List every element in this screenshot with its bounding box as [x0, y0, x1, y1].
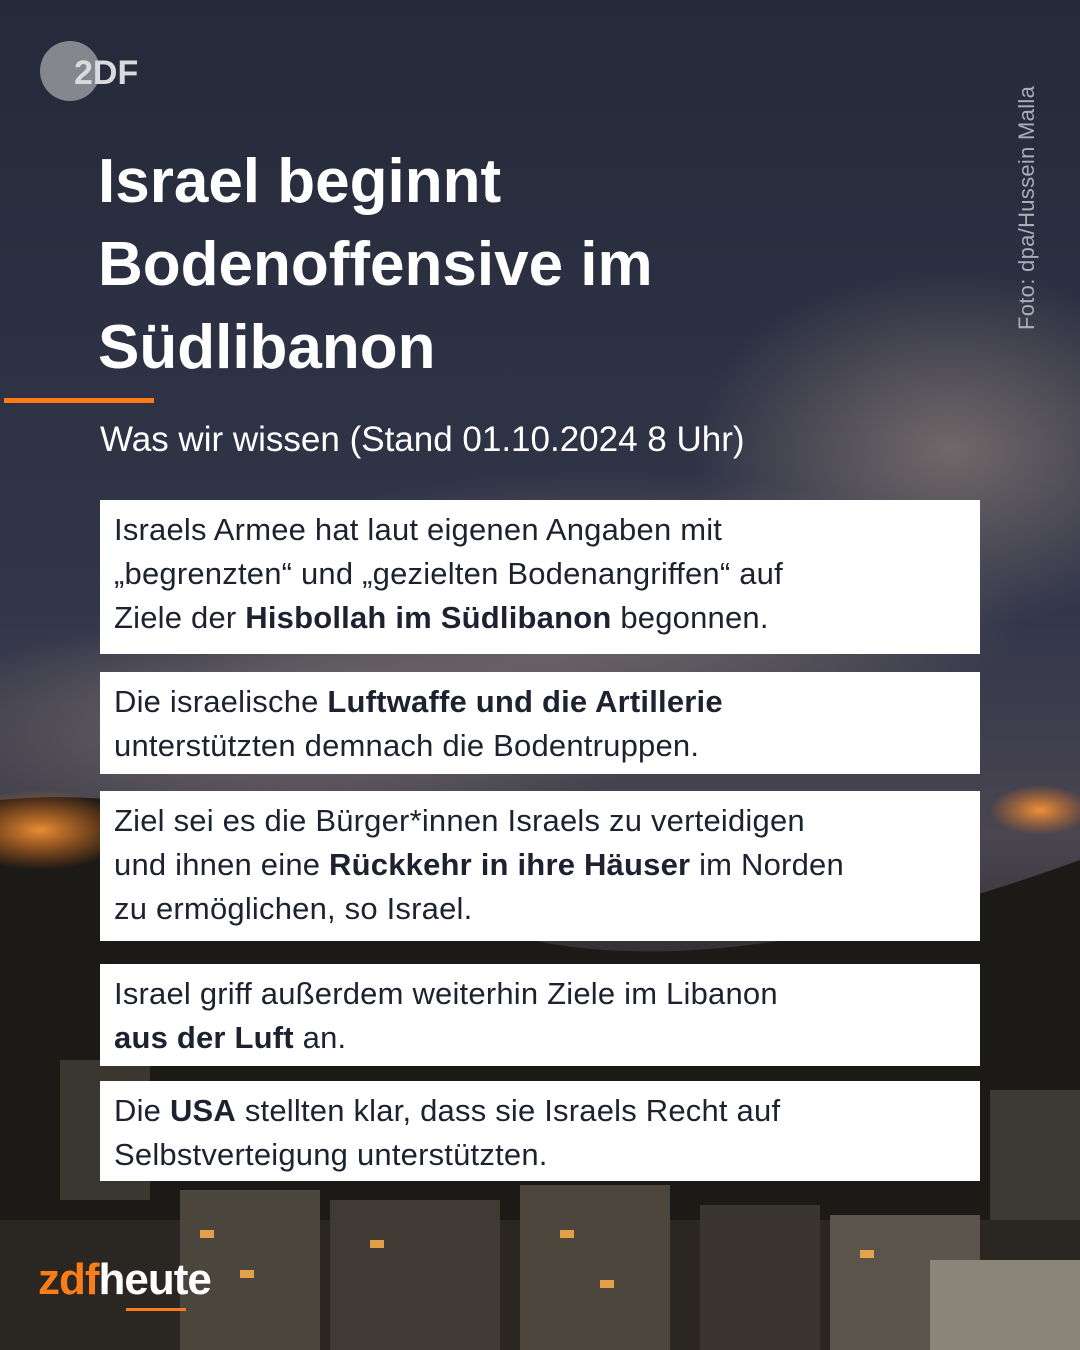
photo-credit: Foto: dpa/Hussein Malla — [1014, 85, 1039, 330]
fact-line: aus der Luft an. — [114, 1016, 966, 1060]
fact-text: Israel griff außerdem weiterhin Ziele im… — [114, 976, 778, 1011]
fact-line: Israels Armee hat laut eigenen Angaben m… — [114, 508, 966, 552]
fact-line: Die USA stellten klar, dass sie Israels … — [114, 1089, 966, 1133]
fact-text: Selbstverteigung unterstützten. — [114, 1137, 548, 1172]
zdf-logo-icon: 2DF — [40, 41, 138, 101]
subtitle: Was wir wissen (Stand 01.10.2024 8 Uhr) — [100, 420, 745, 459]
fact-text: Die israelische — [114, 684, 328, 719]
fact-text: Die — [114, 1093, 170, 1128]
fact-text: „begrenzten“ und „gezielten Bodenangriff… — [114, 556, 783, 591]
fact-line: zu ermöglichen, so Israel. — [114, 887, 966, 931]
fact-text: zu ermöglichen, so Israel. — [114, 891, 473, 926]
headline-line: Israel beginnt — [98, 147, 502, 216]
fact-card: Israel griff außerdem weiterhin Ziele im… — [100, 964, 980, 1066]
fact-line: Ziel sei es die Bürger*innen Israels zu … — [114, 799, 966, 843]
fact-text: an. — [293, 1020, 347, 1055]
fact-text-bold: Rückkehr in ihre Häuser — [329, 847, 691, 882]
logo-underline — [126, 1308, 186, 1311]
fact-line: unterstützten demnach die Bodentruppen. — [114, 724, 966, 768]
fact-card: Die USA stellten klar, dass sie Israels … — [100, 1081, 980, 1181]
fact-text-bold: USA — [169, 1093, 236, 1128]
fact-line: „begrenzten“ und „gezielten Bodenangriff… — [114, 552, 966, 596]
fact-card: Ziel sei es die Bürger*innen Israels zu … — [100, 791, 980, 941]
fact-text: im Norden — [690, 847, 844, 882]
headline: Israel beginnt Bodenoffensive im Südliba… — [98, 140, 958, 389]
fact-text: stellten klar, dass sie Israels Recht au… — [236, 1093, 781, 1128]
fact-text: Ziele der — [114, 600, 246, 635]
fact-text-bold: aus der Luft — [114, 1020, 294, 1055]
fact-text: unterstützten demnach die Bodentruppen. — [114, 728, 700, 763]
zdf-logo-text: 2DF — [74, 54, 138, 92]
zdfheute-logo-heute: heute — [98, 1255, 212, 1304]
fact-line: und ihnen eine Rückkehr in ihre Häuser i… — [114, 843, 966, 887]
zdfheute-logo: zdfheute — [38, 1252, 212, 1312]
fact-line: Selbstverteigung unterstützten. — [114, 1133, 966, 1177]
fact-line: Ziele der Hisbollah im Südlibanon begonn… — [114, 596, 966, 640]
accent-divider — [4, 398, 154, 403]
fact-text-bold: Luftwaffe und die Artillerie — [327, 684, 723, 719]
fact-text: und ihnen eine — [114, 847, 330, 882]
fact-line: Die israelische Luftwaffe und die Artill… — [114, 680, 966, 724]
fact-text: Ziel sei es die Bürger*innen Israels zu … — [114, 803, 805, 838]
headline-line: Bodenoffensive im — [98, 230, 653, 299]
fact-text: Israels Armee hat laut eigenen Angaben m… — [114, 512, 723, 547]
zdfheute-logo-zdf: zdf — [38, 1255, 100, 1304]
fact-text: begonnen. — [611, 600, 769, 635]
fact-card: Die israelische Luftwaffe und die Artill… — [100, 672, 980, 774]
headline-line: Südlibanon — [98, 313, 436, 382]
fact-card: Israels Armee hat laut eigenen Angaben m… — [100, 500, 980, 654]
fact-text-bold: Hisbollah im Südlibanon — [245, 600, 612, 635]
fact-line: Israel griff außerdem weiterhin Ziele im… — [114, 972, 966, 1016]
